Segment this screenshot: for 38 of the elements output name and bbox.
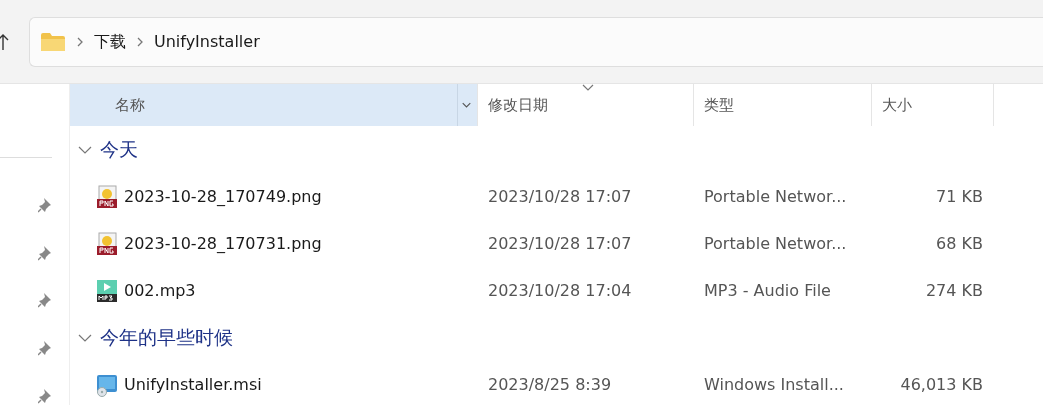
column-header[interactable]: 修改日期	[478, 84, 694, 126]
file-size: 68 KB	[936, 233, 983, 253]
pin-icon	[38, 197, 52, 213]
folder-icon	[40, 31, 66, 52]
file-size: 71 KB	[936, 186, 983, 206]
up-arrow-icon	[0, 33, 10, 51]
pin-icon	[38, 292, 52, 308]
file-type: Portable Networ...	[704, 186, 847, 206]
column-header[interactable]: 类型	[694, 84, 872, 126]
file-size: 46,013 KB	[900, 374, 983, 394]
date-modified: 2023/8/25 8:39	[488, 374, 612, 394]
installer-icon	[96, 372, 118, 397]
breadcrumb-item[interactable]: 下载	[94, 29, 126, 54]
chevron-icon	[136, 36, 144, 47]
file-name[interactable]: UnifyInstaller.msi	[124, 372, 262, 397]
group-header[interactable]: 今天	[70, 126, 144, 173]
address-bar[interactable]: 下载 UnifyInstaller	[29, 16, 1043, 67]
pin-icon	[38, 340, 52, 356]
date-modified: 2023/10/28 17:07	[488, 233, 632, 253]
chevron-icon	[76, 36, 84, 47]
file-name[interactable]: 2023-10-28_170749.png	[124, 184, 322, 209]
file-size: 274 KB	[925, 280, 983, 300]
pin-icon	[38, 245, 52, 261]
file-type: MP3 - Audio File	[704, 280, 831, 300]
image-file-icon	[96, 184, 118, 209]
file-type: Windows Install...	[704, 374, 844, 394]
group-header[interactable]: 今年的早些时候	[70, 314, 239, 361]
file-name[interactable]: 2023-10-28_170731.png	[124, 231, 322, 256]
column-header[interactable]: 大小	[872, 84, 994, 126]
date-modified: 2023/10/28 17:07	[488, 186, 632, 206]
file-type: Portable Networ...	[704, 233, 847, 253]
image-file-icon	[96, 231, 118, 256]
pin-icon	[38, 388, 52, 404]
breadcrumb-item[interactable]: UnifyInstaller	[154, 29, 260, 54]
file-name[interactable]: 002.mp3	[124, 278, 196, 303]
date-modified: 2023/10/28 17:04	[488, 280, 632, 300]
column-header[interactable]: 名称	[70, 84, 478, 126]
audio-file-icon	[96, 278, 118, 303]
